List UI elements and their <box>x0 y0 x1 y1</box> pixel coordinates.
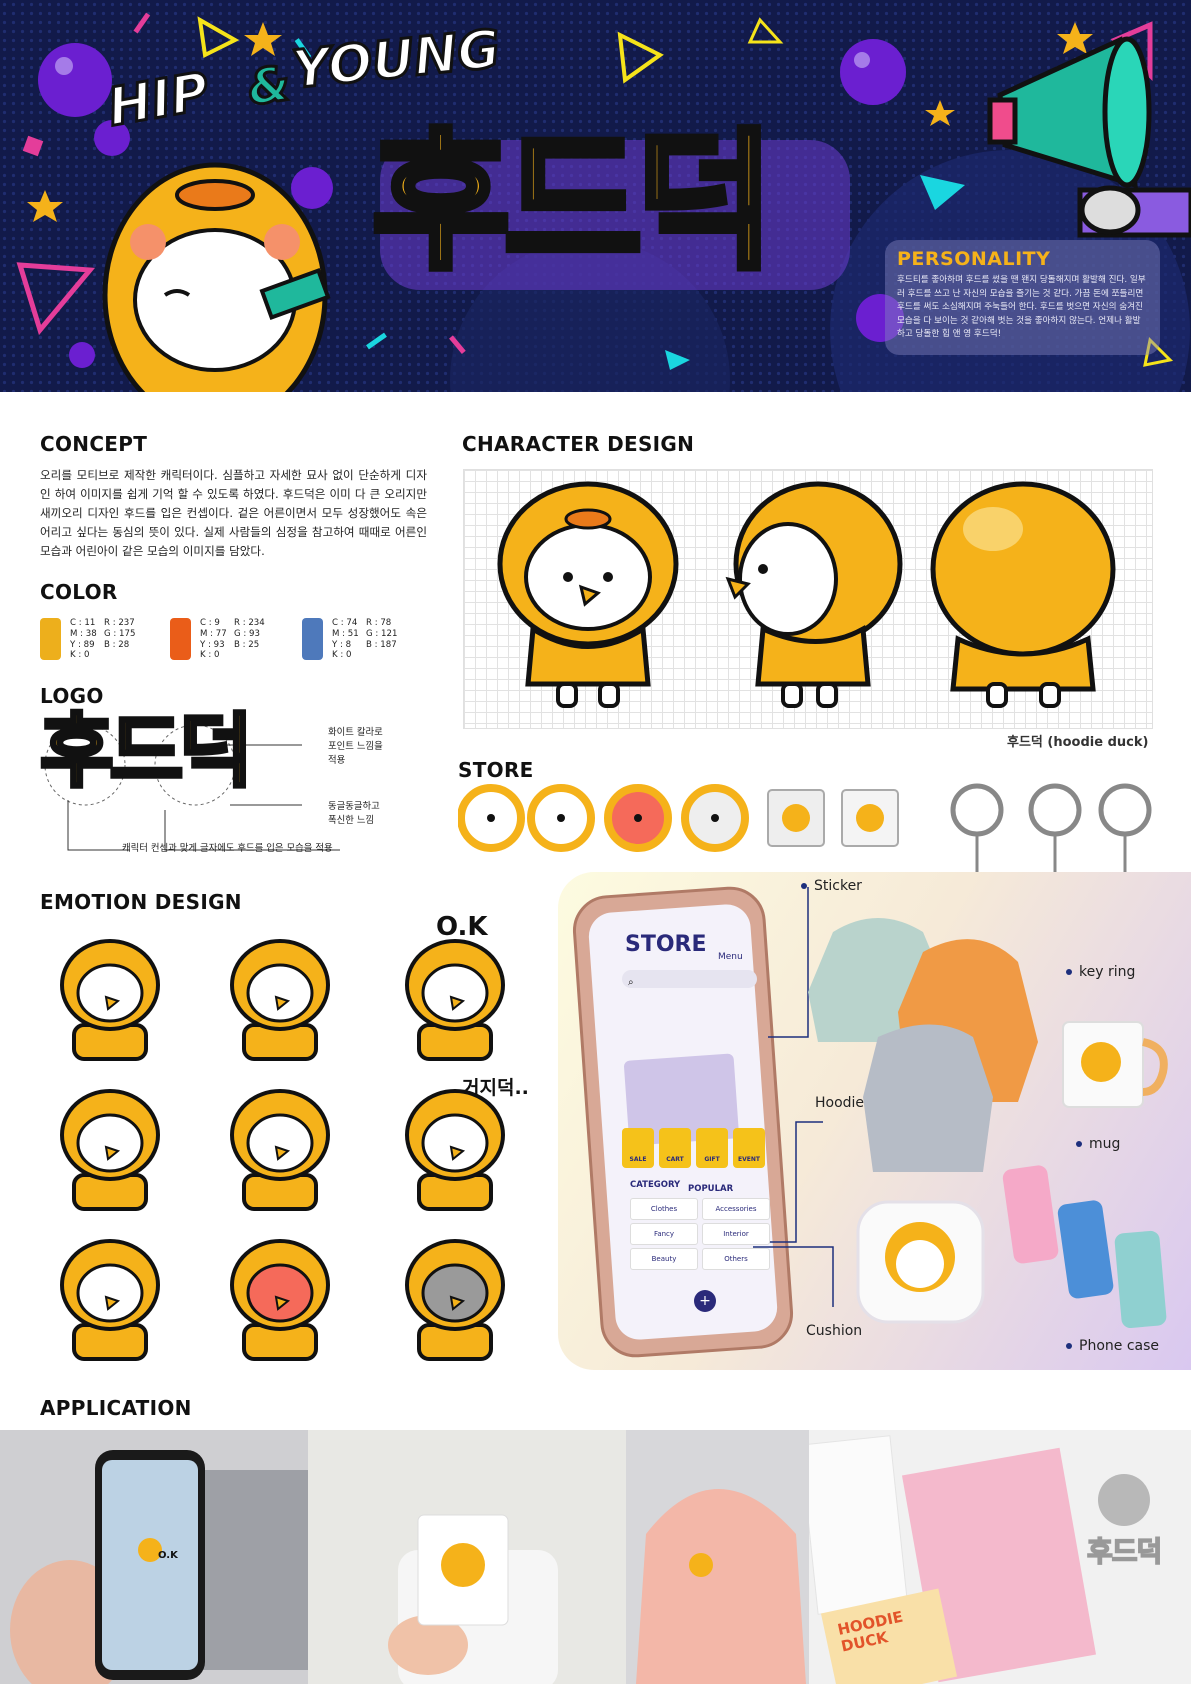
emotion-sticker <box>230 1089 330 1211</box>
pink-hoodie-art <box>636 1489 806 1684</box>
phone-button-row: SALE CART GIFT EVENT <box>622 1128 772 1168</box>
hero-title: 후드덕 <box>368 115 777 292</box>
emotion-sticker <box>60 939 160 1061</box>
sticker-item <box>841 789 899 847</box>
personality-box: PERSONALITY 후드티를 좋아하며 후드를 썼을 땐 왠지 당돌해지며 … <box>885 240 1160 355</box>
app-photo-phone-chat: O.K <box>0 1430 308 1684</box>
application-heading: APPLICATION <box>40 1396 192 1420</box>
color-swatch <box>302 618 323 660</box>
label-hoodie: Hoodie <box>815 1095 865 1111</box>
color-heading: COLOR <box>40 580 118 604</box>
phone-category-item[interactable]: Clothes <box>630 1198 698 1220</box>
sticker-item <box>604 784 672 852</box>
rgb-values: R : 78 G : 121 B : 187 <box>366 618 398 650</box>
character-heading: CHARACTER DESIGN <box>462 432 695 456</box>
label-keyring: key ring <box>1066 964 1135 980</box>
logo-note-round: 동글동글하고 폭신한 느낌 <box>328 801 380 826</box>
emotion-sticker <box>60 1089 160 1211</box>
color-swatch <box>170 618 191 660</box>
phone-case-item <box>1002 1165 1167 1328</box>
cmyk-values: C : 74 M : 51 Y : 8K : 0 <box>332 618 359 661</box>
phone-category-item[interactable]: Accessories <box>702 1198 770 1220</box>
label-phonecase: Phone case <box>1066 1338 1159 1354</box>
sticker-item <box>767 789 825 847</box>
cmyk-values: C : 11 M : 38 Y : 89 K : 0 <box>70 618 97 661</box>
label-cushion: Cushion <box>806 1323 863 1339</box>
phone-button-event[interactable]: EVENT <box>733 1128 765 1168</box>
color-swatch <box>40 618 61 660</box>
chat-ok-text: O.K <box>158 1550 178 1561</box>
character-caption: 후드덕 (hoodie duck) <box>1007 735 1149 750</box>
character-turnaround <box>497 481 1116 708</box>
bullet-icon <box>1076 1141 1082 1147</box>
phone-category-item[interactable]: Beauty <box>630 1248 698 1270</box>
emotion-sticker <box>405 1089 505 1211</box>
rgb-values: R : 234 G : 93 B : 25 <box>234 618 265 650</box>
sticker-item <box>681 784 749 852</box>
store-heading: STORE <box>458 758 534 782</box>
hero-banner: HIP & YOUNG 후드덕 PERSONALITY 후드티를 좋아하며 후드… <box>0 0 1191 392</box>
emotion-grid <box>60 939 505 1361</box>
phone-category-item[interactable]: Others <box>702 1248 770 1270</box>
phone-hand-art <box>10 1450 308 1684</box>
phone-menu-label[interactable]: Menu <box>718 952 743 962</box>
duck-front-view <box>497 481 679 708</box>
phone-button-sale[interactable]: SALE <box>622 1128 654 1168</box>
emotion-heading: EMOTION DESIGN <box>40 890 242 914</box>
duck-back-view <box>930 481 1116 708</box>
emotion-ok-text: O.K <box>436 912 488 942</box>
personality-title: PERSONALITY <box>897 248 1051 270</box>
mug-hand-art <box>388 1514 558 1684</box>
phone-search-input[interactable]: ⌕ <box>622 970 757 988</box>
phone-button-cart[interactable]: CART <box>659 1128 691 1168</box>
phone-tab-popular[interactable]: POPULAR <box>688 1184 733 1194</box>
bullet-icon <box>1066 969 1072 975</box>
logo-note-hood-concept: 캐릭터 컨셉과 맞게 글자에도 후드를 입은 모습을 적용 <box>122 843 333 854</box>
add-icon[interactable]: + <box>694 1290 716 1312</box>
cmyk-values: C : 9M : 77 Y : 93 K : 0 <box>200 618 227 661</box>
label-sticker: Sticker <box>801 878 862 894</box>
phone-button-gift[interactable]: GIFT <box>696 1128 728 1168</box>
emotion-sticker <box>60 1239 160 1361</box>
app-photo-mug <box>308 1430 626 1684</box>
concept-text: 오리를 모티브로 제작한 캐릭터이다. 심플하고 자세한 묘사 없이 단순하게 … <box>40 468 427 558</box>
search-icon: ⌕ <box>628 977 634 988</box>
label-mug: mug <box>1076 1136 1120 1152</box>
brand-watermark: 후드덕 <box>1086 1534 1163 1569</box>
app-photo-stationery: HOODIE DUCK 후드덕 <box>809 1430 1191 1684</box>
logo-wordmark: 후드덕 <box>38 703 255 800</box>
phone-tab-category[interactable]: CATEGORY <box>630 1180 680 1190</box>
sticker-item <box>527 784 595 852</box>
hero-tag-amp: & <box>243 54 295 118</box>
emotion-sticker <box>405 1239 505 1361</box>
concept-heading: CONCEPT <box>40 432 148 456</box>
bullet-icon <box>1066 1343 1072 1349</box>
sticker-item <box>458 784 525 852</box>
hoodie-item <box>808 918 1038 1172</box>
phone-category-item[interactable]: Interior <box>702 1223 770 1245</box>
personality-text: 후드티를 좋아하며 후드를 썼을 땐 왠지 당돌해지며 활발해 진다. 일부러 … <box>897 275 1146 340</box>
mug-item <box>1062 1021 1168 1108</box>
phone-store-title: STORE <box>625 932 707 957</box>
logo-note-white-point: 화이트 칼라로 포인트 느낌을 적용 <box>328 727 383 766</box>
duck-side-view <box>725 481 903 708</box>
emotion-liar-text: 거지덕.. <box>462 1077 529 1099</box>
cushion-item <box>856 1200 985 1324</box>
phone-category-list: Clothes Accessories Fancy Interior Beauty Oth… <box>630 1198 770 1273</box>
app-photo-hoodie <box>626 1430 809 1684</box>
emotion-sticker <box>230 939 330 1061</box>
rgb-values: R : 237 G : 175 B : 28 <box>104 618 136 650</box>
bullet-icon <box>801 883 807 889</box>
emotion-sticker <box>405 939 505 1061</box>
sticker-row <box>458 784 899 852</box>
phone-category-item[interactable]: Fancy <box>630 1223 698 1245</box>
emotion-sticker <box>230 1239 330 1361</box>
